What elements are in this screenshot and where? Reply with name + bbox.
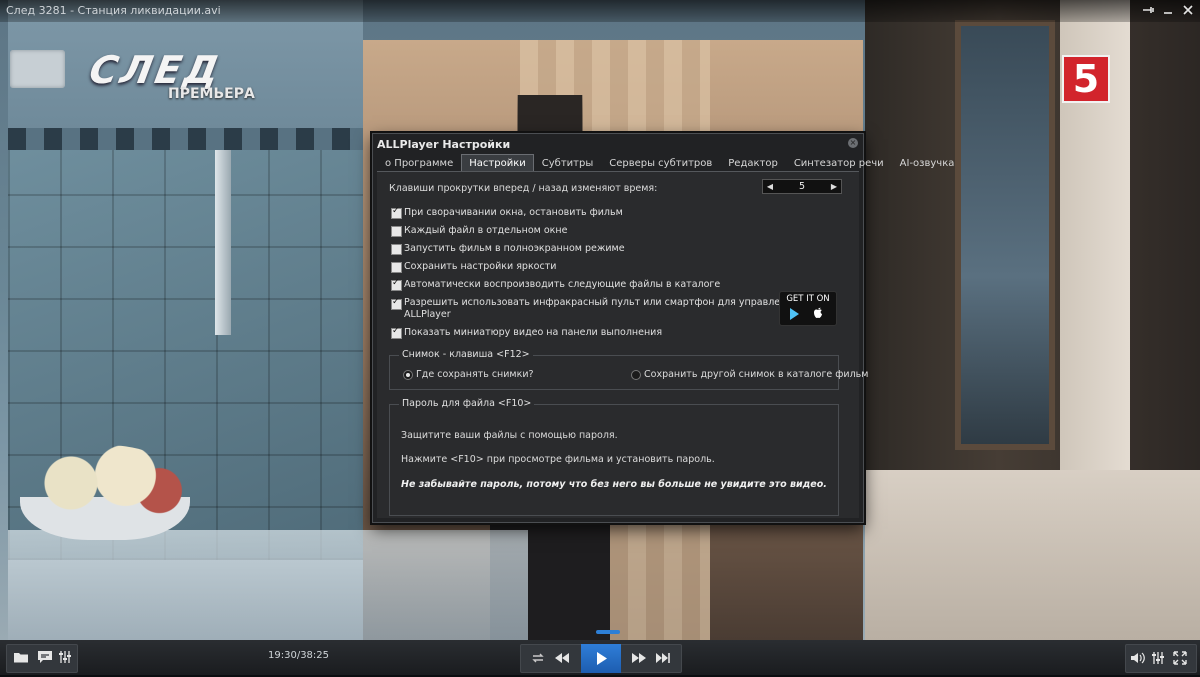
pin-button[interactable]: [1140, 3, 1156, 19]
close-button[interactable]: [1180, 3, 1196, 19]
password-instructions: Нажмите <F10> при просмотре фильма и уст…: [401, 454, 715, 465]
option-label: Показать миниатюру видео на панели выпол…: [404, 327, 663, 338]
tile-border: [8, 128, 363, 150]
dialog-title: ALLPlayer Настройки: [377, 138, 511, 151]
close-icon: ×: [849, 138, 857, 147]
password-info: Защитите ваши файлы с помощью пароля.: [401, 430, 618, 441]
stepper-value: 5: [798, 181, 806, 192]
volume-icon: [1131, 652, 1145, 664]
subtitles-button[interactable]: [37, 650, 53, 668]
scroll-step-stepper[interactable]: ◀ 5 ▶: [762, 179, 842, 194]
table: [8, 530, 528, 640]
option-label: Разрешить использовать инфракрасный пуль…: [404, 297, 799, 308]
left-controls: [6, 644, 78, 673]
option-label: Каждый файл в отдельном окне: [404, 225, 568, 236]
scroll-keys-label: Клавиши прокрутки вперед / назад изменяю…: [389, 183, 658, 194]
fast-forward-button[interactable]: [631, 651, 647, 669]
radio-where-to-save[interactable]: [403, 370, 413, 380]
fullscreen-icon: [1173, 651, 1187, 665]
open-file-button[interactable]: [13, 650, 29, 668]
time-display: 19:30/38:25: [268, 650, 330, 661]
radio-label: Где сохранять снимки?: [416, 369, 534, 380]
wall-outlet: [10, 50, 65, 88]
tab-ai-voice[interactable]: AI-озвучка: [892, 154, 963, 174]
password-legend: Пароль для файла <F10>: [399, 398, 535, 409]
rewind-button[interactable]: [554, 651, 570, 669]
google-play-icon: [790, 308, 799, 320]
triangle-left-icon: ◀: [766, 182, 774, 191]
subtitles-icon: [38, 651, 52, 663]
radio-label: Сохранить другой снимок в каталоге фильм: [644, 369, 869, 380]
repeat-icon: [532, 653, 544, 663]
equalizer-icon: [59, 651, 71, 663]
show-logo-subtitle: ПРЕМЬЕРА: [168, 86, 255, 102]
option-label: Запустить фильм в полноэкранном режиме: [404, 243, 625, 254]
folder-icon: [14, 653, 28, 663]
equalizer-icon: [1152, 652, 1164, 664]
close-icon: [1183, 5, 1193, 15]
snapshot-legend: Снимок - клавиша <F12>: [399, 349, 533, 360]
app-store-badge[interactable]: GET IT ON: [779, 291, 837, 326]
stepper-increment-button[interactable]: ▶: [827, 180, 841, 193]
checkbox-save-brightness[interactable]: [391, 262, 402, 273]
rewind-icon: [555, 653, 569, 663]
fullscreen-button[interactable]: [1173, 651, 1187, 669]
next-track-icon: [656, 653, 670, 663]
apple-icon: [814, 307, 822, 318]
equalizer-button[interactable]: [59, 650, 71, 668]
title-bar[interactable]: След 3281 - Станция ликвидации.avi: [0, 0, 1200, 22]
checkbox-show-thumbnail[interactable]: [391, 326, 402, 339]
password-warning: Не забывайте пароль, потому что без него…: [401, 479, 827, 490]
checkbox-fullscreen-start[interactable]: [391, 244, 402, 255]
checkbox-separate-window[interactable]: [391, 226, 402, 237]
cabinet-lower: [865, 470, 1200, 640]
window-title: След 3281 - Станция ликвидации.avi: [6, 4, 221, 17]
play-icon: [597, 652, 607, 665]
fast-forward-icon: [632, 653, 646, 663]
player-control-bar: 19:30/38:25: [0, 640, 1200, 675]
wall-pipe: [215, 150, 231, 335]
radio-save-other-snapshot[interactable]: [631, 370, 641, 380]
option-label: Сохранить настройки яркости: [404, 261, 557, 272]
settings-panel: Клавиши прокрутки вперед / назад изменяю…: [377, 172, 868, 518]
right-controls: [1125, 644, 1197, 673]
checkbox-remote-control[interactable]: [391, 297, 402, 310]
minimize-button[interactable]: [1160, 3, 1176, 19]
volume-button[interactable]: [1130, 651, 1146, 669]
option-label: Автоматически воспроизводить следующие ф…: [404, 279, 721, 290]
dialog-close-button[interactable]: ×: [848, 138, 858, 148]
tab-bar: о Программе Настройки Субтитры Серверы с…: [377, 154, 963, 174]
minimize-icon: [1164, 12, 1172, 14]
progress-handle[interactable]: [596, 630, 621, 634]
option-label: При сворачивании окна, остановить фильм: [404, 207, 623, 218]
audio-settings-button[interactable]: [1152, 651, 1164, 669]
triangle-right-icon: ▶: [830, 182, 838, 191]
play-button[interactable]: [581, 644, 621, 673]
option-label-line2: ALLPlayer: [404, 309, 451, 320]
checkbox-autoplay-next[interactable]: [391, 278, 402, 291]
transport-controls: [520, 644, 682, 673]
next-track-button[interactable]: [655, 651, 671, 669]
stepper-decrement-button[interactable]: ◀: [763, 180, 777, 193]
progress-bar[interactable]: [0, 630, 1200, 640]
store-badge-text: GET IT ON: [786, 294, 830, 304]
channel-logo: 5: [1062, 55, 1110, 103]
repeat-button[interactable]: [531, 651, 545, 669]
cabinet-glass: [955, 20, 1055, 450]
checkbox-stop-on-minimize[interactable]: [391, 206, 402, 219]
settings-dialog: ALLPlayer Настройки × о Программе Настро…: [372, 133, 954, 523]
pin-icon: [1143, 7, 1154, 13]
fruit-bowl: [20, 445, 190, 540]
